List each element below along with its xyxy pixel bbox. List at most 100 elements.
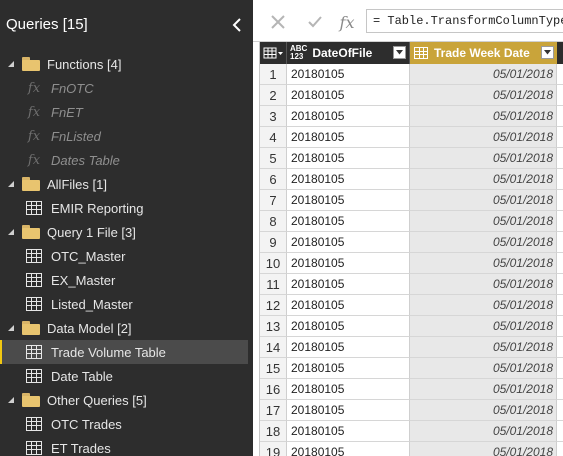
query-item-function[interactable]: fx FnListed [0, 124, 253, 148]
cell-dateoffile[interactable]: 20180105 [287, 337, 410, 358]
type-any-icon[interactable]: ABC 123 [290, 45, 307, 61]
row-number[interactable]: 2 [260, 85, 287, 106]
query-item-table[interactable]: OTC Trades [0, 412, 253, 436]
cell-next-column[interactable] [557, 358, 563, 379]
cell-dateoffile[interactable]: 20180105 [287, 400, 410, 421]
formula-input[interactable]: = Table.TransformColumnTypes [366, 9, 563, 33]
row-number[interactable]: 12 [260, 295, 287, 316]
cell-dateoffile[interactable]: 20180105 [287, 148, 410, 169]
cell-dateoffile[interactable]: 20180105 [287, 442, 410, 456]
type-date-icon[interactable] [414, 47, 428, 59]
query-item-table[interactable]: Listed_Master [0, 292, 253, 316]
cell-next-column[interactable] [557, 316, 563, 337]
cell-next-column[interactable] [557, 274, 563, 295]
cell-trade-week-date[interactable]: 05/01/2018 [410, 442, 557, 456]
cell-next-column[interactable] [557, 106, 563, 127]
row-number[interactable]: 18 [260, 421, 287, 442]
row-number[interactable]: 13 [260, 316, 287, 337]
cell-trade-week-date[interactable]: 05/01/2018 [410, 64, 557, 85]
query-item-function[interactable]: fx Dates Table [0, 148, 253, 172]
cell-dateoffile[interactable]: 20180105 [287, 190, 410, 211]
cell-dateoffile[interactable]: 20180105 [287, 379, 410, 400]
expand-toggle-icon[interactable] [6, 227, 16, 237]
query-group[interactable]: AllFiles [1] [0, 172, 253, 196]
cell-next-column[interactable] [557, 127, 563, 148]
cell-next-column[interactable] [557, 253, 563, 274]
cell-next-column[interactable] [557, 421, 563, 442]
query-item-table[interactable]: Trade Volume Table [0, 340, 248, 364]
row-number[interactable]: 19 [260, 442, 287, 456]
query-item-function[interactable]: fx FnOTC [0, 76, 253, 100]
cell-dateoffile[interactable]: 20180105 [287, 358, 410, 379]
cell-trade-week-date[interactable]: 05/01/2018 [410, 85, 557, 106]
query-group[interactable]: Functions [4] [0, 52, 253, 76]
cell-trade-week-date[interactable]: 05/01/2018 [410, 274, 557, 295]
cell-trade-week-date[interactable]: 05/01/2018 [410, 421, 557, 442]
cell-trade-week-date[interactable]: 05/01/2018 [410, 106, 557, 127]
row-number[interactable]: 5 [260, 148, 287, 169]
cell-trade-week-date[interactable]: 05/01/2018 [410, 148, 557, 169]
query-group[interactable]: Other Queries [5] [0, 388, 253, 412]
cell-dateoffile[interactable]: 20180105 [287, 232, 410, 253]
table-menu-button[interactable] [260, 42, 287, 64]
cell-dateoffile[interactable]: 20180105 [287, 64, 410, 85]
cell-next-column[interactable] [557, 148, 563, 169]
cell-trade-week-date[interactable]: 05/01/2018 [410, 316, 557, 337]
column-filter-button[interactable] [541, 46, 554, 59]
cell-trade-week-date[interactable]: 05/01/2018 [410, 232, 557, 253]
column-filter-button[interactable] [393, 46, 406, 59]
cell-dateoffile[interactable]: 20180105 [287, 127, 410, 148]
cell-trade-week-date[interactable]: 05/01/2018 [410, 190, 557, 211]
cell-trade-week-date[interactable]: 05/01/2018 [410, 253, 557, 274]
query-item-table[interactable]: ET Trades [0, 436, 253, 456]
cell-trade-week-date[interactable]: 05/01/2018 [410, 295, 557, 316]
column-header-trade-week-date[interactable]: Trade Week Date [410, 42, 557, 64]
expand-toggle-icon[interactable] [6, 395, 16, 405]
cell-next-column[interactable] [557, 400, 563, 421]
cell-dateoffile[interactable]: 20180105 [287, 274, 410, 295]
row-number[interactable]: 1 [260, 64, 287, 85]
row-number[interactable]: 15 [260, 358, 287, 379]
cell-next-column[interactable] [557, 169, 563, 190]
cell-dateoffile[interactable]: 20180105 [287, 421, 410, 442]
row-number[interactable]: 6 [260, 169, 287, 190]
insert-function-button[interactable]: fx [337, 12, 357, 32]
row-number[interactable]: 9 [260, 232, 287, 253]
column-header-dateoffile[interactable]: ABC 123 DateOfFile [287, 42, 410, 64]
query-item-table[interactable]: Date Table [0, 364, 253, 388]
row-number[interactable]: 10 [260, 253, 287, 274]
expand-toggle-icon[interactable] [6, 323, 16, 333]
row-number[interactable]: 17 [260, 400, 287, 421]
cell-next-column[interactable] [557, 442, 563, 456]
cell-dateoffile[interactable]: 20180105 [287, 295, 410, 316]
cell-next-column[interactable] [557, 190, 563, 211]
cell-next-column[interactable] [557, 379, 563, 400]
cell-next-column[interactable] [557, 211, 563, 232]
cell-trade-week-date[interactable]: 05/01/2018 [410, 127, 557, 148]
cell-next-column[interactable] [557, 64, 563, 85]
cell-next-column[interactable] [557, 85, 563, 106]
commit-formula-button[interactable] [305, 12, 325, 32]
column-header-next[interactable] [557, 42, 563, 64]
row-number[interactable]: 8 [260, 211, 287, 232]
row-number[interactable]: 14 [260, 337, 287, 358]
cancel-formula-button[interactable] [268, 12, 288, 32]
cell-dateoffile[interactable]: 20180105 [287, 316, 410, 337]
cell-dateoffile[interactable]: 20180105 [287, 211, 410, 232]
query-item-table[interactable]: EMIR Reporting [0, 196, 253, 220]
cell-trade-week-date[interactable]: 05/01/2018 [410, 400, 557, 421]
row-number[interactable]: 7 [260, 190, 287, 211]
collapse-pane-button[interactable] [229, 17, 245, 33]
cell-dateoffile[interactable]: 20180105 [287, 85, 410, 106]
cell-dateoffile[interactable]: 20180105 [287, 253, 410, 274]
query-item-table[interactable]: OTC_Master [0, 244, 253, 268]
row-number[interactable]: 16 [260, 379, 287, 400]
query-group[interactable]: Data Model [2] [0, 316, 253, 340]
cell-next-column[interactable] [557, 232, 563, 253]
cell-trade-week-date[interactable]: 05/01/2018 [410, 169, 557, 190]
row-number[interactable]: 11 [260, 274, 287, 295]
cell-trade-week-date[interactable]: 05/01/2018 [410, 337, 557, 358]
cell-dateoffile[interactable]: 20180105 [287, 169, 410, 190]
cell-dateoffile[interactable]: 20180105 [287, 106, 410, 127]
cell-next-column[interactable] [557, 337, 563, 358]
